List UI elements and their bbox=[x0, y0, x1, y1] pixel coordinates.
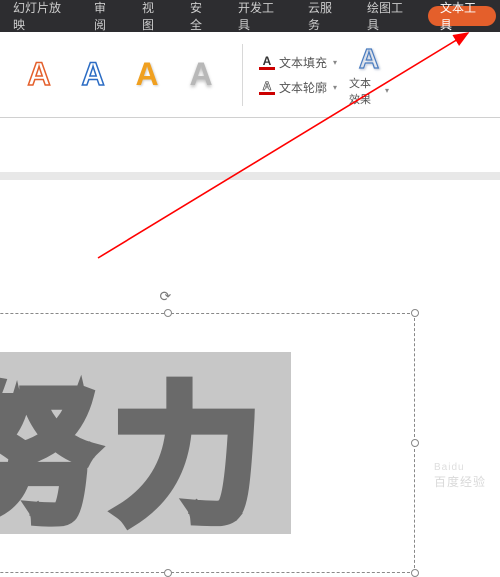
text-fill-button[interactable]: A 文本填充 ▾ bbox=[253, 51, 343, 74]
tab-slideshow[interactable]: 幻灯片放映 bbox=[0, 0, 81, 32]
tab-cloud[interactable]: 云服务 bbox=[295, 0, 354, 32]
wordart-text-content[interactable]: 努 力 bbox=[0, 352, 291, 534]
tab-drawtools[interactable]: 绘图工具 bbox=[354, 0, 424, 32]
wordart-style-2[interactable]: A bbox=[70, 52, 116, 98]
wordart-char-2: 力 bbox=[113, 336, 265, 551]
text-effects-label-row: 文本效果 ▾ bbox=[349, 75, 389, 107]
resize-handle-se[interactable] bbox=[411, 569, 419, 577]
chevron-down-icon: ▾ bbox=[333, 58, 337, 67]
wordart-style-4[interactable]: A bbox=[178, 52, 224, 98]
text-fill-icon: A bbox=[259, 54, 275, 70]
wordart-char-1: 努 bbox=[0, 336, 101, 551]
wordart-style-1[interactable]: A bbox=[16, 52, 62, 98]
ribbon-tab-bar: 幻灯片放映 审阅 视图 安全 开发工具 云服务 绘图工具 文本工具 bbox=[0, 0, 500, 32]
slide-canvas[interactable]: ⟳ 努 力 bbox=[0, 118, 500, 500]
ribbon-toolbar: A A A A A 文本填充 ▾ A 文本轮廓 ▾ A 文本效果 ▾ bbox=[0, 32, 500, 118]
chevron-down-icon: ▾ bbox=[333, 83, 337, 92]
wordart-style-gallery: A A A A bbox=[8, 48, 232, 102]
text-outline-icon: A bbox=[259, 79, 275, 95]
tab-view[interactable]: 视图 bbox=[129, 0, 177, 32]
resize-handle-ne[interactable] bbox=[411, 309, 419, 317]
text-format-column: A 文本填充 ▾ A 文本轮廓 ▾ bbox=[253, 51, 343, 99]
text-fill-label: 文本填充 bbox=[279, 54, 327, 71]
tab-review[interactable]: 审阅 bbox=[81, 0, 129, 32]
tab-texttools[interactable]: 文本工具 bbox=[428, 6, 496, 26]
chevron-down-icon: ▾ bbox=[385, 86, 389, 95]
text-outline-label: 文本轮廓 bbox=[279, 79, 327, 96]
tab-devtools[interactable]: 开发工具 bbox=[225, 0, 295, 32]
text-effects-label: 文本效果 bbox=[349, 75, 381, 107]
ribbon-divider bbox=[242, 44, 243, 106]
slide-separator bbox=[0, 172, 500, 180]
resize-handle-n[interactable] bbox=[164, 309, 172, 317]
wordart-textbox-selected[interactable]: ⟳ 努 力 bbox=[0, 313, 415, 573]
wordart-style-3[interactable]: A bbox=[124, 52, 170, 98]
resize-handle-s[interactable] bbox=[164, 569, 172, 577]
resize-handle-e[interactable] bbox=[411, 439, 419, 447]
rotate-handle-icon[interactable]: ⟳ bbox=[160, 288, 176, 304]
text-effects-icon: A bbox=[359, 43, 379, 75]
text-outline-button[interactable]: A 文本轮廓 ▾ bbox=[253, 76, 343, 99]
text-effects-button[interactable]: A 文本效果 ▾ bbox=[349, 47, 389, 103]
tab-security[interactable]: 安全 bbox=[177, 0, 225, 32]
